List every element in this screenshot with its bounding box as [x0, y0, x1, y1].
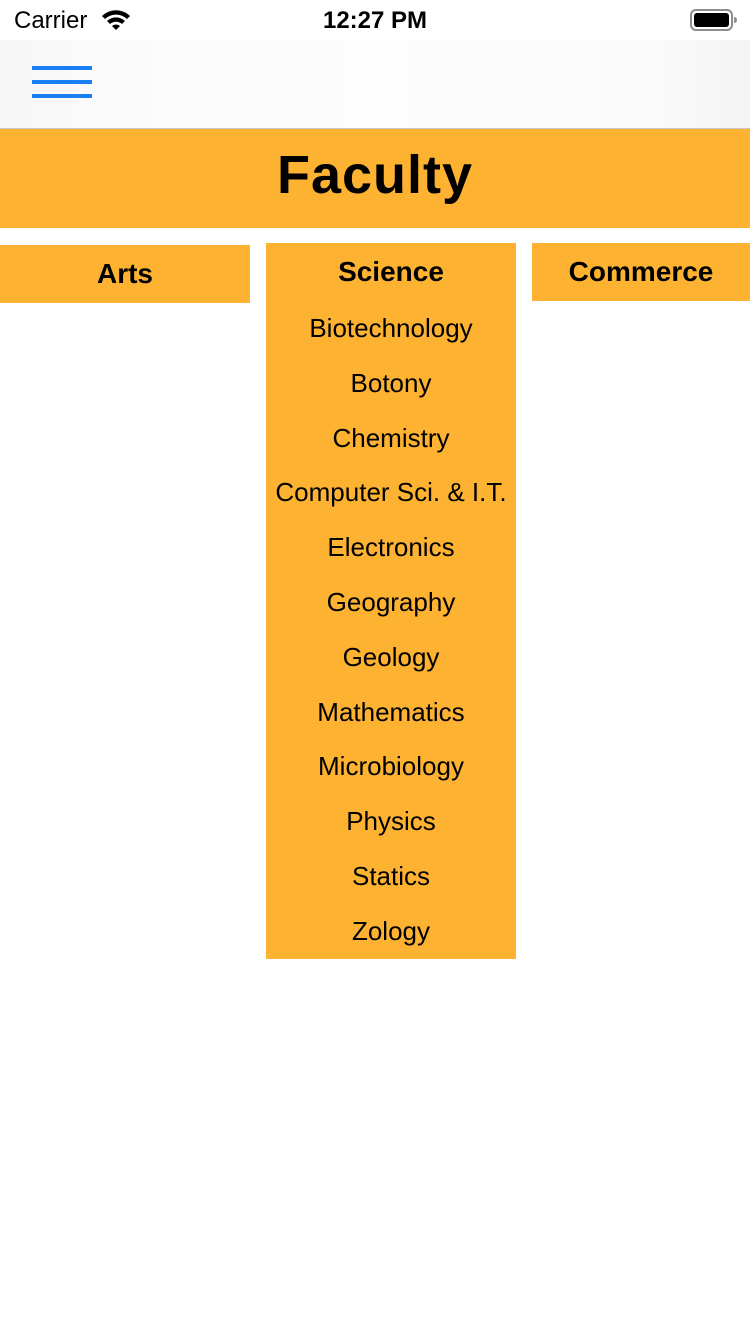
department-item[interactable]: Botony — [266, 356, 516, 411]
department-item[interactable]: Geology — [266, 630, 516, 685]
department-item[interactable]: Zology — [266, 904, 516, 959]
menu-line — [32, 80, 92, 84]
faculty-column-commerce: Commerce — [532, 243, 750, 301]
department-list: Biotechnology Botony Chemistry Computer … — [266, 301, 516, 959]
navigation-bar — [0, 40, 750, 129]
faculty-tab-commerce[interactable]: Commerce — [532, 243, 750, 301]
faculty-column-science: Science Biotechnology Botony Chemistry C… — [266, 243, 516, 959]
faculty-column-arts: Arts — [0, 245, 250, 303]
department-item[interactable]: Chemistry — [266, 411, 516, 466]
menu-line — [32, 66, 92, 70]
department-item[interactable]: Mathematics — [266, 685, 516, 740]
clock: 12:27 PM — [322, 7, 428, 34]
department-item[interactable]: Biotechnology — [266, 301, 516, 356]
status-bar: Carrier 12:27 PM — [0, 0, 750, 40]
department-item[interactable]: Microbiology — [266, 739, 516, 794]
department-item[interactable]: Geography — [266, 575, 516, 630]
department-item[interactable]: Electronics — [266, 520, 516, 575]
department-item[interactable]: Computer Sci. & I.T. — [266, 465, 516, 520]
page-title: Faculty — [276, 144, 474, 205]
department-item[interactable]: Statics — [266, 849, 516, 904]
menu-line — [32, 94, 92, 98]
hamburger-menu-icon[interactable] — [26, 60, 98, 104]
faculty-tab-arts[interactable]: Arts — [0, 245, 250, 303]
department-item[interactable]: Physics — [266, 794, 516, 849]
battery-icon — [690, 9, 738, 31]
page-header: Faculty — [0, 129, 750, 228]
faculty-tab-science[interactable]: Science — [266, 243, 516, 301]
